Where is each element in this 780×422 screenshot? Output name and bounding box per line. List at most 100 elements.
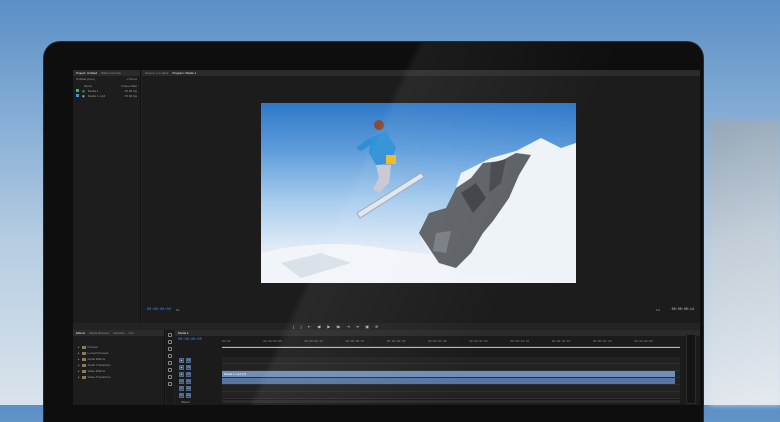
- tab-info[interactable]: Info: [129, 331, 134, 335]
- track-a3[interactable]: [222, 392, 680, 399]
- hand-tool-icon[interactable]: [168, 375, 172, 379]
- project-item-rate: 25.00 fps: [124, 93, 137, 98]
- tab-effects[interactable]: Effects: [76, 331, 85, 335]
- track-header-v1: ◉ V1: [179, 371, 219, 378]
- ruler-label: 00:00:01:10: [510, 340, 529, 343]
- ruler-label: 00:00:00:15: [345, 340, 365, 343]
- track-select-tool-icon[interactable]: [168, 340, 172, 344]
- folder-icon: [81, 345, 86, 349]
- slip-tool-icon[interactable]: [168, 361, 172, 365]
- label-color-swatch: [76, 94, 79, 97]
- audio-meter: [686, 334, 696, 404]
- track-v2[interactable]: [222, 364, 680, 371]
- tab-program[interactable]: Program: Media 1: [172, 71, 196, 75]
- type-tool-icon[interactable]: [168, 382, 172, 386]
- video-clip-icon: ▣: [82, 93, 85, 98]
- track-label-v3[interactable]: V3: [186, 358, 191, 363]
- effects-folder[interactable]: ▸ Video Transitions: [73, 374, 164, 380]
- timeline-panel: Media 1 00:00:00:00 00:00 00:00:00:05 00…: [175, 330, 700, 405]
- toggle-button[interactable]: ◉: [179, 365, 184, 370]
- resolution-dropdown[interactable]: 1/2: [656, 308, 660, 312]
- snowboarder-image: [261, 120, 576, 283]
- column-name[interactable]: Name: [84, 84, 92, 88]
- insert-button[interactable]: ⇴: [356, 324, 359, 329]
- audio-clip[interactable]: [222, 378, 676, 384]
- folder-icon: [81, 363, 86, 367]
- track-header-v3: ◉ V3: [179, 357, 219, 364]
- track-label-a3[interactable]: A3: [186, 393, 191, 398]
- step-forward-button[interactable]: I▶: [336, 324, 340, 329]
- ruler-label: 00:00:01:05: [469, 340, 488, 343]
- ripple-edit-tool-icon[interactable]: [168, 347, 172, 351]
- ruler-label: 00:00:00:10: [304, 340, 323, 343]
- step-back-button[interactable]: ◀I: [317, 324, 321, 329]
- track-a1[interactable]: [222, 378, 680, 385]
- column-frame-rate[interactable]: Frame Rate: [121, 84, 140, 88]
- tab-media-browser[interactable]: Media Browser: [89, 331, 109, 335]
- effects-search-input[interactable]: [73, 336, 164, 344]
- timeline-scrollbar[interactable]: [222, 400, 680, 403]
- tools-panel: [166, 330, 174, 405]
- effects-panel: Effects Media Browser Libraries Info ▸ Pr…: [73, 330, 165, 405]
- ruler-label: 00:00:02:00: [634, 340, 653, 343]
- tab-project[interactable]: Project: Untitled: [76, 71, 97, 75]
- track-label-a2[interactable]: A2: [186, 386, 191, 391]
- go-to-out-button[interactable]: ⇥: [347, 324, 350, 329]
- mark-in-button[interactable]: {: [293, 324, 294, 329]
- ruler-label: 00:00:00:20: [386, 340, 406, 343]
- toggle-button[interactable]: ◉: [179, 358, 184, 363]
- track-header-a2: M A2: [179, 385, 219, 392]
- ruler-label: 00:00:01:00: [428, 340, 447, 343]
- folder-icon: [81, 369, 86, 373]
- project-item-rate: 25.00 fps: [124, 88, 137, 93]
- project-item-name: Media 1.mp4: [87, 93, 106, 98]
- go-to-in-button[interactable]: ⇤: [308, 324, 311, 329]
- project-item-count: 2 Items: [127, 76, 137, 81]
- toggle-button[interactable]: M: [179, 393, 184, 398]
- add-button[interactable]: ⊕: [375, 324, 378, 329]
- tab-sequence[interactable]: Media 1: [178, 331, 189, 335]
- video-clip[interactable]: Media 1.mp4 [V]: [222, 371, 676, 377]
- track-label-a1[interactable]: A1: [186, 379, 191, 384]
- premiere-window: Project: Untitled Effect Controls Untitl…: [73, 70, 700, 405]
- tab-source[interactable]: Source: (no clips): [145, 71, 168, 75]
- playhead-timecode[interactable]: 00:00:00:00: [147, 308, 171, 312]
- toggle-button[interactable]: M: [179, 379, 184, 384]
- timeline-tabbar: Media 1: [175, 330, 700, 336]
- track-header-a1: M A1: [179, 378, 219, 385]
- export-frame-button[interactable]: ▣: [365, 324, 369, 329]
- ruler-label: 00:00:01:20: [592, 340, 612, 343]
- video-frame[interactable]: [261, 103, 576, 283]
- track-v3[interactable]: [222, 357, 680, 364]
- mark-out-button[interactable]: }: [300, 324, 301, 329]
- sequence-icon: ▤: [82, 88, 85, 93]
- track-header-a3: M A3: [179, 392, 219, 399]
- selection-tool-icon[interactable]: [168, 333, 172, 337]
- project-item-name: Media 1: [87, 88, 99, 93]
- work-area-bar[interactable]: [222, 347, 680, 348]
- background-mountain: [710, 120, 780, 405]
- program-monitor: Source: (no clips) Program: Media 1 00:0…: [142, 70, 700, 323]
- project-item[interactable]: ▣ Media 1.mp4 25.00 fps: [73, 93, 140, 98]
- duration-timecode: 00:00:00:14: [671, 308, 694, 312]
- ruler-label: 00:00:00:05: [263, 340, 282, 343]
- track-label-v2[interactable]: V2: [186, 365, 191, 370]
- play-button[interactable]: ▶: [327, 324, 330, 329]
- toggle-button[interactable]: M: [179, 386, 184, 391]
- tab-effect-controls[interactable]: Effect Controls: [101, 71, 121, 75]
- folder-icon: [81, 351, 86, 355]
- track-label-v1[interactable]: V1: [186, 372, 191, 377]
- track-a2[interactable]: [222, 385, 680, 392]
- folder-icon: [81, 375, 86, 379]
- time-ruler[interactable]: 00:00 00:00:00:05 00:00:00:10 00:00:00:1…: [222, 339, 680, 347]
- project-file-row: Untitled.prproj 2 Items: [73, 76, 140, 81]
- ruler-label: 00:00: [222, 340, 231, 343]
- razor-tool-icon[interactable]: [168, 354, 172, 358]
- timeline-timecode[interactable]: 00:00:00:00: [178, 338, 202, 342]
- monitor-tabbar: Source: (no clips) Program: Media 1: [142, 70, 700, 76]
- pen-tool-icon[interactable]: [168, 368, 172, 372]
- fit-dropdown[interactable]: Fit: [176, 308, 179, 312]
- track-v1[interactable]: Media 1.mp4 [V]: [222, 371, 680, 378]
- tab-libraries[interactable]: Libraries: [113, 331, 125, 335]
- toggle-button[interactable]: ◉: [179, 372, 184, 377]
